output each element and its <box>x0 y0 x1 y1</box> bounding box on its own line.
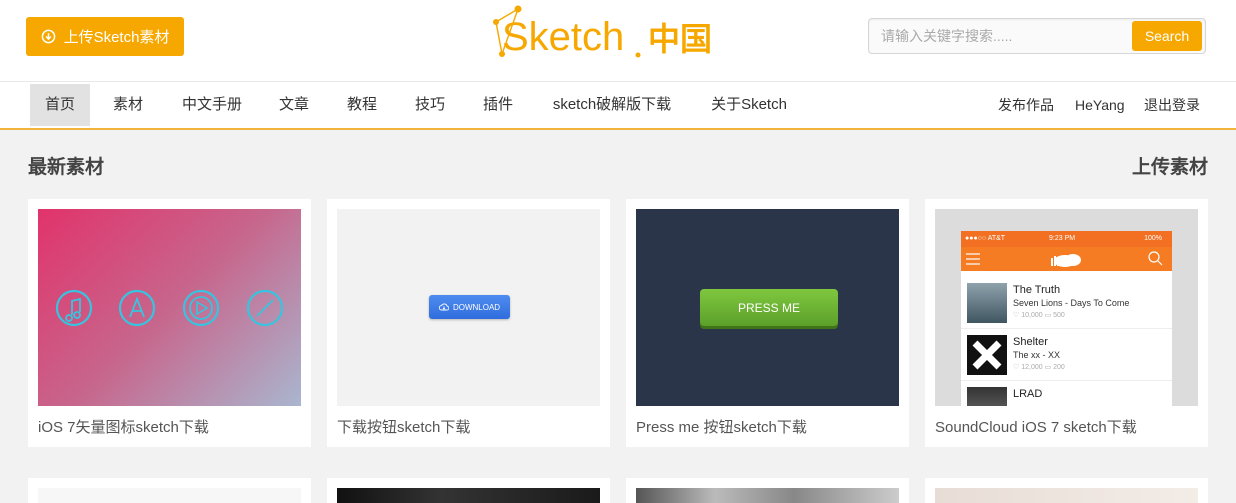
material-card[interactable] <box>28 478 311 503</box>
xx-album-icon <box>972 340 1002 370</box>
card-caption: iOS 7矢量图标sketch下载 <box>38 419 209 436</box>
track-title: Shelter <box>1013 336 1048 348</box>
upload-circle-icon <box>41 29 55 44</box>
card-thumbnail: ●●●○○ AT&T 9:23 PM 100% The Truth Seven … <box>935 209 1198 406</box>
nav-item-about[interactable]: 关于Sketch <box>704 84 794 126</box>
search-input[interactable] <box>869 19 1131 53</box>
music-icon <box>55 289 93 327</box>
material-card[interactable] <box>626 478 909 503</box>
app-store-icon <box>118 289 156 327</box>
material-card[interactable]: DOWNLOAD 下载按钮sketch下载 <box>327 199 610 447</box>
logo-text: Sketch <box>502 15 624 59</box>
main-nav: 首页 素材 中文手册 文章 教程 技巧 插件 sketch破解版下载 关于Ske… <box>0 82 1236 130</box>
track-row: Shelter The xx - XX ♡ 12,000 ▭ 200 <box>961 329 1172 381</box>
material-card[interactable]: iOS 7矢量图标sketch下载 <box>28 199 311 447</box>
track-artist: Seven Lions - Days To Come <box>1013 298 1130 308</box>
search-box: Search <box>868 18 1206 54</box>
nav-item-manual[interactable]: 中文手册 <box>174 84 250 126</box>
phone-status-bar: ●●●○○ AT&T 9:23 PM 100% <box>961 231 1172 247</box>
card-caption: SoundCloud iOS 7 sketch下载 <box>935 419 1137 436</box>
material-card[interactable] <box>327 478 610 503</box>
nav-item-sketch-download[interactable]: sketch破解版下载 <box>546 84 678 126</box>
track-stats: ♡ 10,000 ▭ 500 <box>1013 312 1065 319</box>
user-name-link[interactable]: HeYang <box>1075 84 1125 126</box>
logo-mark-icon: Sketch 中国 <box>493 5 712 59</box>
card-thumbnail <box>38 209 301 406</box>
track-row: The Truth Seven Lions - Days To Come ♡ 1… <box>961 277 1172 329</box>
card-thumbnail: DOWNLOAD <box>337 209 600 406</box>
card-caption: 下载按钮sketch下载 <box>337 419 471 436</box>
card-thumbnail <box>935 488 1198 503</box>
carrier-text: ●●●○○ AT&T <box>965 235 1006 242</box>
press-me-button-preview: PRESS ME <box>700 289 838 326</box>
download-button-preview: DOWNLOAD <box>429 295 510 319</box>
hamburger-menu-icon <box>966 253 980 265</box>
track-title: LRAD <box>1013 388 1043 400</box>
track-title: The Truth <box>1013 284 1061 296</box>
card-thumbnail <box>337 488 600 503</box>
card-thumbnail <box>38 488 301 503</box>
search-icon <box>1148 251 1163 266</box>
material-card[interactable] <box>925 478 1208 503</box>
nav-item-articles[interactable]: 文章 <box>270 84 318 126</box>
nav-item-home[interactable]: 首页 <box>30 84 90 126</box>
nav-item-tutorials[interactable]: 教程 <box>338 84 386 126</box>
album-art <box>967 283 1007 323</box>
battery-text: 100% <box>1144 235 1162 242</box>
album-art <box>967 387 1007 406</box>
sketch-china-logo[interactable]: Sketch 中国 <box>488 2 728 64</box>
logo-cn-text: 中国 <box>648 20 712 58</box>
publish-work-link[interactable]: 发布作品 <box>998 84 1054 126</box>
phone-mockup: ●●●○○ AT&T 9:23 PM 100% The Truth Seven … <box>961 231 1172 406</box>
cloud-download-icon <box>438 303 449 311</box>
track-stats: ♡ 12,000 ▭ 200 <box>1013 364 1065 371</box>
logout-link[interactable]: 退出登录 <box>1144 84 1200 126</box>
material-card[interactable]: ●●●○○ AT&T 9:23 PM 100% The Truth Seven … <box>925 199 1208 447</box>
nav-item-materials[interactable]: 素材 <box>104 84 152 126</box>
soundcloud-header-bar <box>961 247 1172 271</box>
nav-item-plugins[interactable]: 插件 <box>474 84 522 126</box>
upload-sketch-button[interactable]: 上传Sketch素材 <box>26 17 184 56</box>
card-thumbnail: PRESS ME <box>636 209 899 406</box>
card-caption: Press me 按钮sketch下载 <box>636 419 807 436</box>
card-thumbnail <box>636 488 899 503</box>
clock-text: 9:23 PM <box>1049 235 1076 242</box>
upload-material-link[interactable]: 上传素材 <box>1132 152 1208 179</box>
track-row: LRAD <box>961 381 1172 406</box>
track-artist: The xx - XX <box>1013 350 1061 360</box>
nav-item-tips[interactable]: 技巧 <box>406 84 454 126</box>
album-art <box>967 335 1007 375</box>
material-card[interactable]: PRESS ME Press me 按钮sketch下载 <box>626 199 909 447</box>
section-title: 最新素材 <box>28 157 105 178</box>
site-header: 上传Sketch素材 Sketch 中国 Search <box>0 0 1236 82</box>
search-button[interactable]: Search <box>1132 21 1202 51</box>
download-button-text: DOWNLOAD <box>452 302 501 312</box>
upload-sketch-label: 上传Sketch素材 <box>63 29 170 46</box>
soundcloud-logo-icon <box>1051 254 1081 267</box>
